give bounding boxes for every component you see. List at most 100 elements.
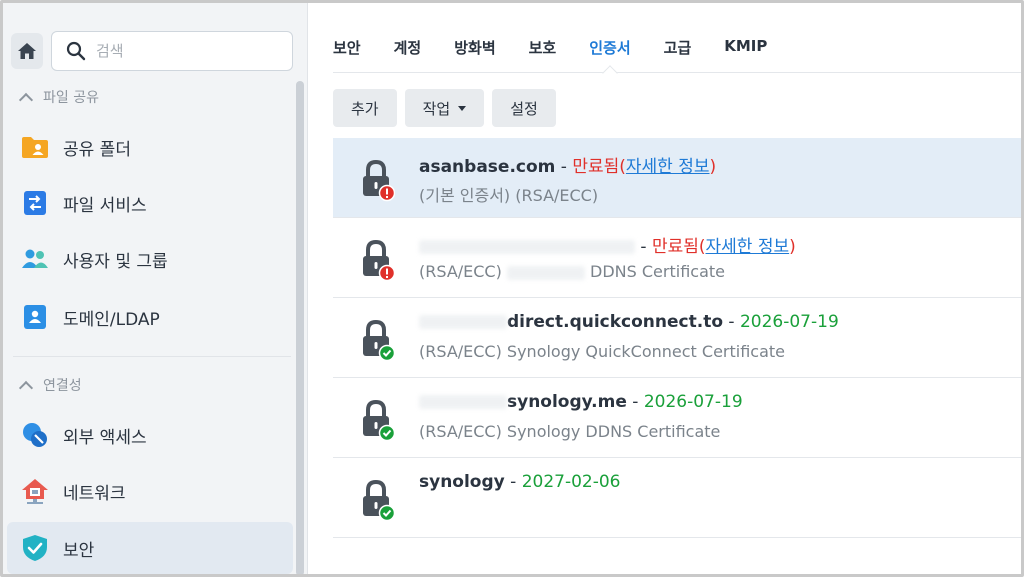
certificate-row[interactable]: synology.me - 2026-07-19 (RSA/ECC) Synol…: [333, 378, 1021, 458]
certificate-subtitle: (RSA/ECC) Synology QuickConnect Certific…: [419, 342, 786, 361]
sidebar: 파일 공유 공유 폴더 파일 서비스: [3, 3, 308, 574]
sidebar-item-label: 보안: [63, 540, 95, 561]
redacted-text: [506, 265, 585, 280]
sidebar-item-external-access[interactable]: 외부 액세스: [7, 409, 293, 461]
tab-kmip[interactable]: KMIP: [724, 25, 767, 72]
certificate-title: asanbase.com - 만료됨(자세한 정보): [419, 152, 716, 177]
tab-firewall[interactable]: 방화벽: [454, 25, 495, 72]
sidebar-item-label: 도메인/LDAP: [63, 309, 160, 330]
tab-advanced[interactable]: 고급: [664, 25, 692, 72]
lock-valid-icon: [363, 319, 395, 362]
certificate-row[interactable]: synology - 2027-02-06: [333, 458, 1021, 538]
redacted-prefix: [419, 395, 507, 409]
details-link[interactable]: 자세한 정보: [706, 237, 790, 257]
tab-protection[interactable]: 보호: [529, 25, 557, 72]
paren-close: ): [789, 237, 796, 257]
tab-certificate[interactable]: 인증서: [589, 25, 630, 72]
search-icon: [66, 41, 86, 61]
main-panel: 보안 계정 방화벽 보호 인증서 고급 KMIP 추가 작업 설정 asanba…: [309, 3, 1021, 574]
sidebar-item-label: 공유 폴더: [63, 139, 131, 160]
home-button[interactable]: [11, 33, 43, 69]
certificate-name: synology.me: [507, 392, 627, 412]
window-frame: 파일 공유 공유 폴더 파일 서비스: [0, 0, 1024, 577]
paren-open: (: [619, 157, 626, 177]
expiry-date: 2026-07-19: [643, 392, 743, 412]
expiry-date: 2027-02-06: [521, 472, 621, 492]
section-label: 파일 공유: [43, 90, 99, 106]
home-icon: [18, 43, 36, 59]
section-header-connectivity[interactable]: 연결성: [18, 375, 82, 395]
tab-account[interactable]: 계정: [394, 25, 422, 72]
sidebar-item-file-services[interactable]: 파일 서비스: [7, 177, 293, 229]
paren-open: (: [698, 237, 706, 257]
settings-button-label: 설정: [510, 99, 538, 118]
certificate-name: direct.quickconnect.to: [507, 312, 724, 332]
domain-ldap-icon: [21, 303, 49, 331]
sidebar-item-shared-folder[interactable]: 공유 폴더: [7, 121, 293, 173]
certificate-title: direct.quickconnect.to - 2026-07-19: [419, 312, 839, 332]
separator: -: [640, 237, 652, 257]
certificate-name: synology: [419, 472, 505, 492]
details-link[interactable]: 자세한 정보: [626, 157, 710, 177]
action-dropdown-button[interactable]: 작업: [404, 89, 485, 127]
add-button[interactable]: 추가: [333, 89, 397, 127]
certificate-title: - 만료됨(자세한 정보): [419, 232, 796, 257]
separator: -: [728, 312, 740, 332]
sidebar-item-label: 네트워크: [63, 483, 126, 504]
sidebar-scroll-thumb[interactable]: [296, 81, 304, 574]
tab-security[interactable]: 보안: [333, 25, 361, 72]
certificate-row[interactable]: - 만료됨(자세한 정보) (RSA/ECC) DDNS Certificate: [333, 218, 1021, 298]
tab-bar: 보안 계정 방화벽 보호 인증서 고급 KMIP: [333, 25, 1021, 73]
sidebar-divider: [13, 356, 291, 357]
sidebar-item-network[interactable]: 네트워크: [7, 465, 293, 517]
subtitle-prefix: (RSA/ECC): [419, 262, 502, 281]
network-icon: [21, 477, 49, 505]
lock-valid-icon: [363, 399, 395, 442]
search-box[interactable]: [51, 31, 293, 71]
certificate-title: synology - 2027-02-06: [419, 472, 621, 492]
status-expired: 만료됨: [572, 157, 620, 177]
section-label: 연결성: [43, 378, 82, 394]
redacted-name: [419, 240, 635, 254]
certificate-title: synology.me - 2026-07-19: [419, 392, 743, 412]
certificate-subtitle: (기본 인증서) (RSA/ECC): [419, 186, 599, 205]
certificate-subtitle: (RSA/ECC) DDNS Certificate: [419, 262, 725, 281]
subtitle-suffix: DDNS Certificate: [590, 262, 725, 281]
separator: -: [632, 392, 644, 412]
caret-down-icon: [458, 105, 467, 111]
lock-expired-icon: [363, 159, 395, 202]
sidebar-item-label: 파일 서비스: [63, 195, 147, 216]
settings-button[interactable]: 설정: [492, 89, 556, 127]
toolbar: 추가 작업 설정: [333, 89, 556, 127]
chevron-up-icon: [18, 92, 34, 107]
certificate-row[interactable]: direct.quickconnect.to - 2026-07-19 (RSA…: [333, 298, 1021, 378]
sidebar-item-label: 사용자 및 그룹: [63, 251, 168, 272]
shared-folder-icon: [21, 133, 49, 161]
search-input[interactable]: [96, 42, 276, 60]
expiry-date: 2026-07-19: [739, 312, 839, 332]
sidebar-item-domain-ldap[interactable]: 도메인/LDAP: [7, 291, 293, 343]
section-header-file-sharing[interactable]: 파일 공유: [18, 87, 99, 107]
separator: -: [510, 472, 522, 492]
action-button-label: 작업: [422, 99, 451, 118]
certificate-row[interactable]: asanbase.com - 만료됨(자세한 정보) (기본 인증서) (RSA…: [333, 138, 1021, 218]
users-groups-icon: [21, 245, 49, 273]
chevron-up-icon: [18, 380, 34, 395]
separator: -: [560, 157, 573, 177]
sidebar-item-users-groups[interactable]: 사용자 및 그룹: [7, 233, 293, 285]
file-services-icon: [21, 189, 49, 217]
redacted-prefix: [419, 315, 507, 329]
status-expired: 만료됨: [651, 237, 699, 257]
sidebar-item-security[interactable]: 보안: [7, 522, 293, 574]
add-button-label: 추가: [351, 99, 379, 118]
certificate-list: asanbase.com - 만료됨(자세한 정보) (기본 인증서) (RSA…: [333, 138, 1021, 538]
lock-valid-icon: [363, 479, 395, 522]
certificate-name: asanbase.com: [419, 157, 556, 177]
sidebar-item-label: 외부 액세스: [63, 427, 147, 448]
lock-expired-icon: [363, 239, 395, 282]
sidebar-scrollbar[interactable]: [294, 81, 306, 574]
certificate-subtitle: (RSA/ECC) Synology DDNS Certificate: [419, 422, 721, 441]
security-shield-icon: [21, 534, 49, 562]
paren-close: ): [709, 157, 717, 177]
external-access-icon: [21, 421, 49, 449]
